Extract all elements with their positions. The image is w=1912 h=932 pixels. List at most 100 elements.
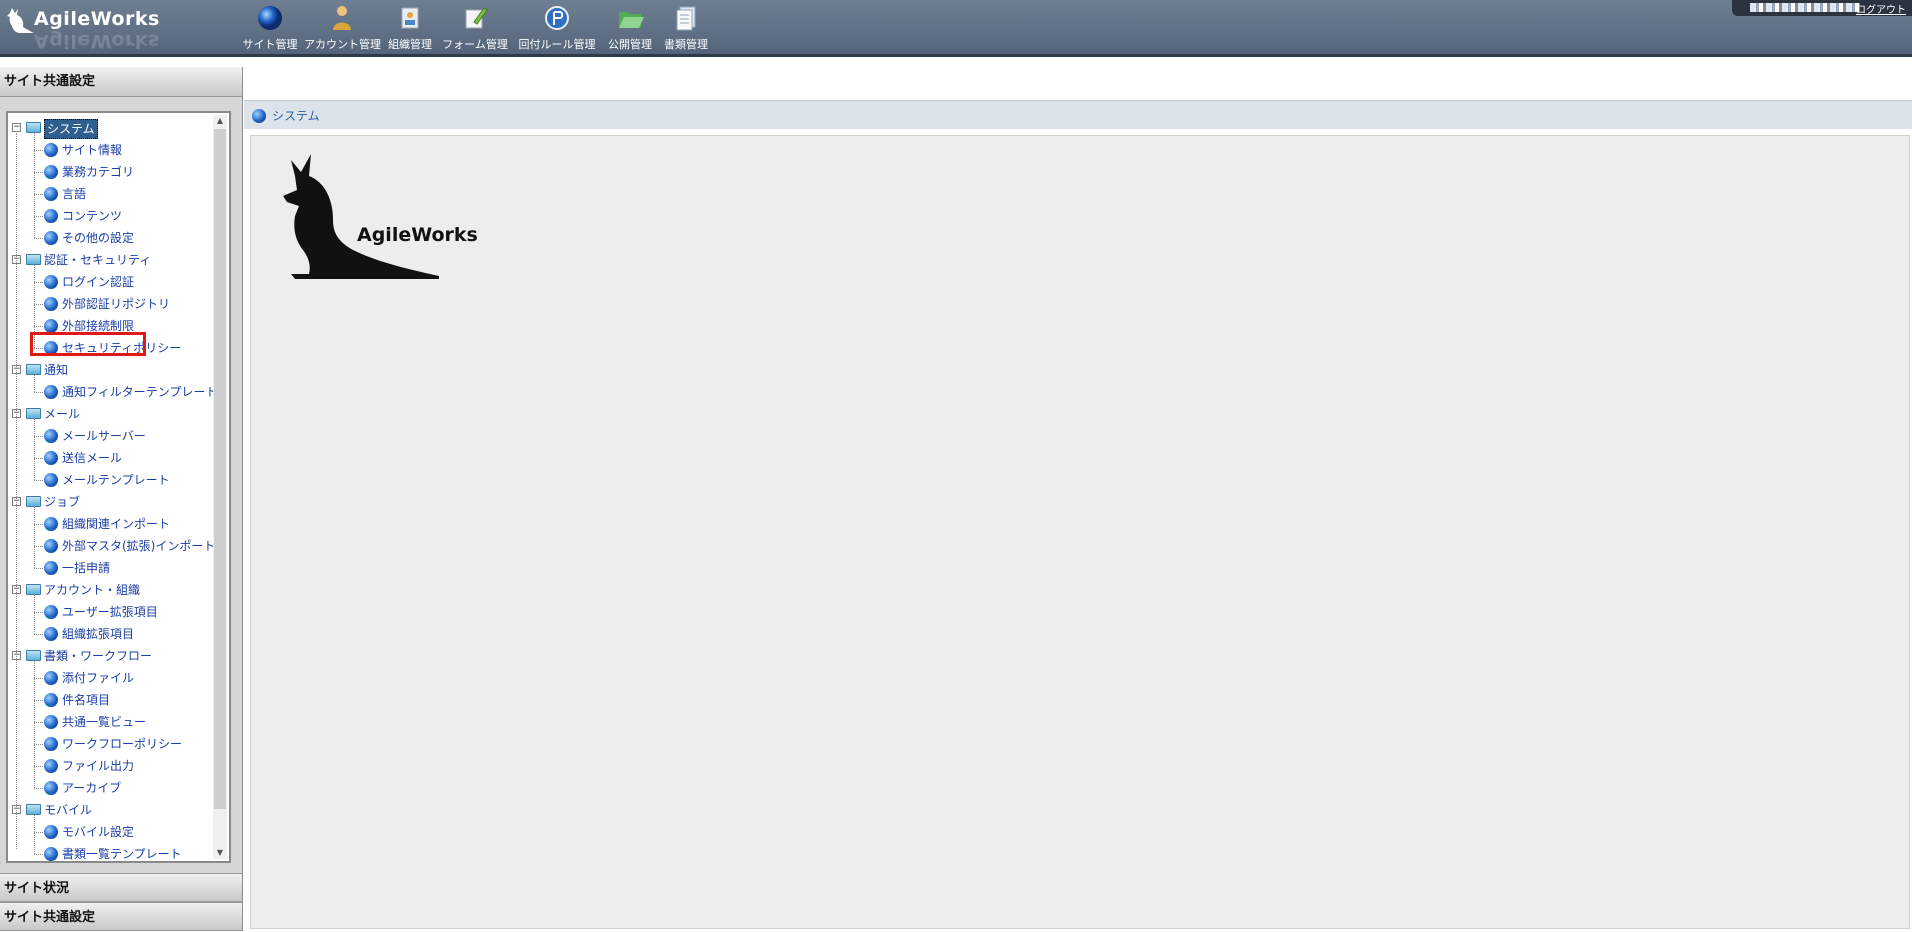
tree-item-label: サイト情報	[62, 143, 123, 157]
tree-connector	[34, 348, 43, 349]
tree-folder-label: アカウント・組織	[44, 583, 141, 597]
tree-connector	[34, 634, 43, 635]
tree-connector	[34, 304, 43, 305]
tree-connector	[34, 700, 43, 701]
tree-connector	[34, 568, 43, 569]
globe-icon	[44, 627, 58, 641]
folder-icon	[26, 650, 41, 661]
app-logo[interactable]: AgileWorks AgileWorks	[4, 4, 164, 52]
tree-connector	[34, 194, 43, 195]
tree-connector	[34, 419, 35, 480]
tree-connector	[34, 595, 35, 634]
collapse-toggle-icon[interactable]: −	[12, 123, 21, 132]
globe-icon	[44, 275, 58, 289]
nav-publish-admin[interactable]: 公開管理	[604, 4, 656, 54]
tree-item-label: 書類一覧テンプレート	[62, 847, 182, 861]
form-edit-icon	[465, 7, 488, 29]
organization-icon	[401, 7, 419, 29]
scroll-down-arrow-icon[interactable]: ▼	[213, 847, 227, 859]
tree-connector	[34, 238, 43, 239]
tree-connector	[34, 480, 43, 481]
nav-document-admin[interactable]: 書類管理	[660, 4, 712, 54]
nav-organization-admin[interactable]: 組織管理	[384, 4, 436, 54]
tree-connector	[34, 392, 43, 393]
app-header: AgileWorks AgileWorks サイト管理 アカウント管理 組織管理	[0, 0, 1912, 57]
tree-scrollbar[interactable]: ▲ ▼	[213, 115, 227, 859]
tree-item-label: 送信メール	[62, 451, 123, 465]
logout-link[interactable]: ログアウト	[1856, 1, 1906, 16]
section-site-common-settings[interactable]: サイト共通設定	[0, 902, 242, 931]
globe-icon	[44, 319, 58, 333]
folder-open-icon	[619, 12, 644, 28]
folder-icon	[26, 584, 41, 595]
tree-connector	[34, 546, 43, 547]
folder-icon	[26, 122, 41, 133]
globe-icon	[44, 385, 58, 399]
tree-item-label: セキュリティポリシー	[62, 341, 182, 355]
tree-connector	[34, 524, 43, 525]
tree-item-label: 組織関連インポート	[62, 517, 171, 531]
tree-item-label: 言語	[62, 187, 87, 201]
tree-item-label: 外部接続制限	[62, 319, 135, 333]
nav-form-admin[interactable]: フォーム管理	[440, 4, 510, 54]
breadcrumb: システム	[244, 101, 1912, 129]
kangaroo-logo-icon	[283, 154, 439, 279]
tree-connector	[34, 150, 43, 151]
tree-connector	[34, 722, 43, 723]
folder-icon	[26, 408, 41, 419]
tree-item-label: メールテンプレート	[62, 473, 170, 487]
tree-item-label: 外部マスタ(拡張)インポート	[62, 539, 216, 553]
panel-title[interactable]: サイト共通設定	[0, 67, 242, 97]
scroll-up-arrow-icon[interactable]: ▲	[213, 115, 227, 127]
document-icon	[676, 6, 696, 31]
globe-icon	[44, 209, 58, 223]
tree-connector	[16, 133, 17, 849]
brand-text: AgileWorks	[357, 224, 478, 246]
tree-item-label: 一括申請	[62, 561, 111, 575]
section-site-status[interactable]: サイト状況	[0, 873, 242, 902]
user-area: ログアウト	[1732, 0, 1912, 16]
main-area: システム AgileWorks	[244, 67, 1912, 931]
tree-item-label: その他の設定	[62, 231, 135, 245]
settings-tree: − システム サイト情報 業務カテゴリ 言語 コンテンツ その他の設定 − 認証・セキュリティロ…	[6, 111, 231, 863]
tree-item-label: 通知フィルターテンプレート	[62, 385, 218, 399]
tree-connector	[34, 172, 43, 173]
tree-connector	[34, 766, 43, 767]
globe-icon	[44, 825, 58, 839]
globe-icon	[44, 693, 58, 707]
tree-connector	[34, 815, 35, 854]
globe-icon	[44, 165, 58, 179]
tree-connector	[34, 282, 43, 283]
tree-item-label: モバイル設定	[62, 825, 135, 839]
nav-route-rule-admin[interactable]: 回付ルール管理	[514, 4, 600, 54]
tree-folder-label: 認証・セキュリティ	[44, 253, 152, 267]
tree-folder-label: 通知	[44, 363, 69, 377]
tree-connector	[34, 133, 35, 238]
nav-account-admin[interactable]: アカウント管理	[304, 4, 381, 54]
globe-icon	[44, 187, 58, 201]
globe-icon	[44, 781, 58, 795]
scroll-thumb[interactable]	[214, 129, 226, 809]
globe-icon	[44, 561, 58, 575]
globe-icon	[252, 109, 266, 123]
globe-icon	[44, 451, 58, 465]
globe-icon	[44, 429, 58, 443]
breadcrumb-label[interactable]: システム	[272, 107, 320, 124]
tree-item-label: 外部認証リポジトリ	[62, 297, 171, 311]
tree-connector	[34, 326, 43, 327]
tree-folder-label: メール	[44, 407, 81, 421]
tree-connector	[34, 678, 43, 679]
globe-icon	[44, 605, 58, 619]
tree-item-label: 業務カテゴリ	[62, 165, 135, 179]
globe-icon	[44, 737, 58, 751]
panel-bottom-sections: サイト状況 サイト共通設定	[0, 873, 242, 931]
tree-item-label: ファイル出力	[62, 759, 135, 773]
folder-icon	[26, 364, 41, 375]
tree-connector	[34, 612, 43, 613]
tree-folder-label: システム	[44, 119, 98, 139]
tree-connector	[34, 507, 35, 568]
tree-item-label: ユーザー拡張項目	[62, 605, 158, 619]
nav-site-admin[interactable]: サイト管理	[240, 4, 300, 54]
kangaroo-logo-icon	[7, 8, 34, 33]
tree-item-label: 共通一覧ビュー	[62, 715, 147, 729]
